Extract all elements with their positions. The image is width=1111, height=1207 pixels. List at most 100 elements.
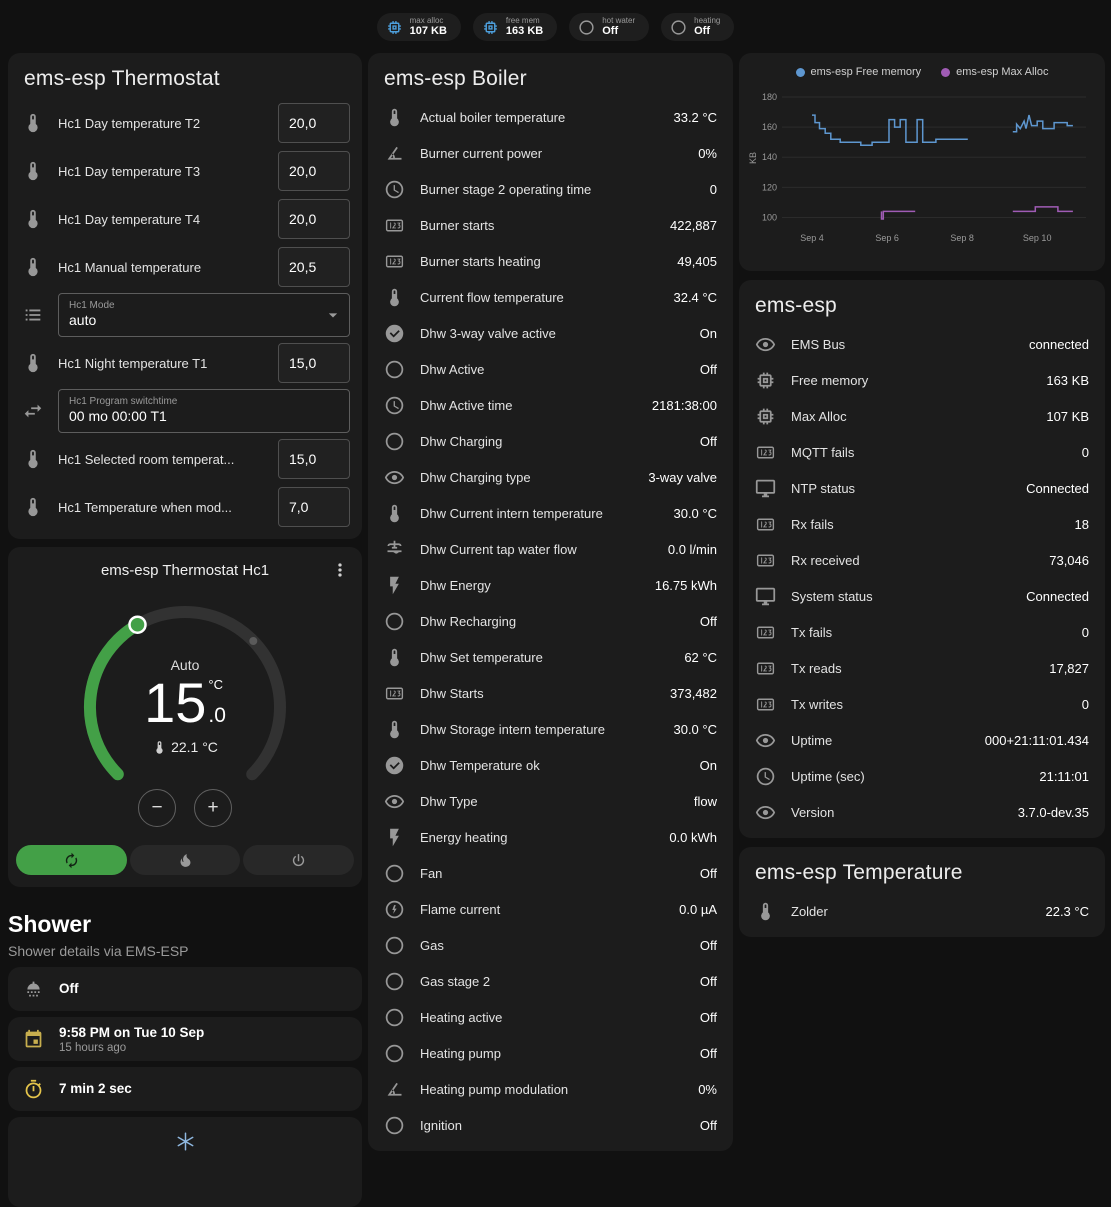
entity-row[interactable]: Tx fails 0 bbox=[739, 614, 1105, 650]
thermometer-icon bbox=[22, 496, 44, 518]
entity-row[interactable]: Burner stage 2 operating time 0 bbox=[368, 171, 733, 207]
entity-row[interactable]: Gas stage 2 Off bbox=[368, 963, 733, 999]
entity-value: Off bbox=[700, 362, 717, 377]
dots-vertical-icon[interactable] bbox=[330, 560, 350, 580]
entity-row[interactable]: EMS Bus connected bbox=[739, 326, 1105, 362]
setting-row: Hc1 Day temperature T3 20,0 Hc1 Day temp… bbox=[8, 147, 362, 195]
entity-label: System status bbox=[791, 589, 1011, 604]
thermostat-settings-card: ems-esp Thermostat Hc1 Day temperature T… bbox=[8, 53, 362, 539]
legend-item[interactable]: ems-esp Max Alloc bbox=[941, 66, 1048, 78]
thermostat-dial[interactable]: Auto 15 °C .0 22.1 °C bbox=[55, 583, 315, 835]
shower-card-text: 9:58 PM on Tue 10 Sep bbox=[59, 1025, 204, 1040]
entity-label: Dhw Storage intern temperature bbox=[420, 722, 658, 737]
entity-row[interactable]: NTP status Connected bbox=[739, 470, 1105, 506]
entity-label: Uptime bbox=[791, 733, 970, 748]
timer-icon bbox=[23, 1079, 44, 1100]
entity-row[interactable]: Burner current power 0% bbox=[368, 135, 733, 171]
number-input[interactable]: 7,0 bbox=[278, 487, 350, 527]
number-input[interactable]: 15,0 bbox=[278, 439, 350, 479]
entity-row[interactable]: Energy heating 0.0 kWh bbox=[368, 819, 733, 855]
entity-row[interactable]: Dhw Energy 16.75 kWh bbox=[368, 567, 733, 603]
entity-row[interactable]: Flame current 0.0 µA bbox=[368, 891, 733, 927]
legend-item[interactable]: ems-esp Free memory bbox=[796, 66, 922, 78]
hvac-mode-button[interactable] bbox=[243, 845, 354, 875]
thermometer-icon bbox=[22, 256, 44, 278]
status-badge[interactable]: heating Off bbox=[661, 13, 734, 41]
eye-icon bbox=[755, 802, 776, 823]
shower-card[interactable]: 9:58 PM on Tue 10 Sep 15 hours ago bbox=[8, 1017, 362, 1061]
shower-card[interactable]: 7 min 2 sec bbox=[8, 1067, 362, 1111]
entity-value: Off bbox=[700, 1118, 717, 1133]
entity-row[interactable]: Tx reads 17,827 bbox=[739, 650, 1105, 686]
decrease-temperature-button[interactable]: − bbox=[138, 789, 176, 827]
entity-row[interactable]: Zolder 22.3 °C bbox=[739, 893, 1105, 929]
check-circle-icon bbox=[384, 755, 405, 776]
entity-value: 0 bbox=[1082, 625, 1089, 640]
hvac-mode-button[interactable] bbox=[16, 845, 127, 875]
entity-row[interactable]: Heating pump modulation 0% bbox=[368, 1071, 733, 1107]
entity-row[interactable]: Dhw Charging type 3-way valve bbox=[368, 459, 733, 495]
number-input[interactable]: 15,0 bbox=[278, 343, 350, 383]
entity-row[interactable]: Burner starts 422,887 bbox=[368, 207, 733, 243]
entity-value: Off bbox=[700, 1010, 717, 1025]
status-badge[interactable]: free mem 163 KB bbox=[473, 13, 557, 41]
entity-row[interactable]: System status Connected bbox=[739, 578, 1105, 614]
dial-handle[interactable] bbox=[130, 617, 146, 633]
entity-row[interactable]: Fan Off bbox=[368, 855, 733, 891]
entity-row[interactable]: MQTT fails 0 bbox=[739, 434, 1105, 470]
entity-row[interactable]: Actual boiler temperature 33.2 °C bbox=[368, 99, 733, 135]
entity-row[interactable]: Gas Off bbox=[368, 927, 733, 963]
entity-row[interactable]: Rx fails 18 bbox=[739, 506, 1105, 542]
badge-label: heating bbox=[694, 16, 720, 25]
status-badge[interactable]: hot water Off bbox=[569, 13, 649, 41]
entity-row[interactable]: Dhw Set temperature 62 °C bbox=[368, 639, 733, 675]
number-input[interactable]: 20,0 bbox=[278, 199, 350, 239]
shower-card[interactable] bbox=[8, 1117, 362, 1207]
entity-row[interactable]: Dhw Active time 2181:38:00 bbox=[368, 387, 733, 423]
entity-label: MQTT fails bbox=[791, 445, 1067, 460]
entity-label: Dhw Temperature ok bbox=[420, 758, 685, 773]
entity-row[interactable]: Dhw Recharging Off bbox=[368, 603, 733, 639]
entity-row[interactable]: Dhw Storage intern temperature 30.0 °C bbox=[368, 711, 733, 747]
entity-row[interactable]: Dhw Starts 373,482 bbox=[368, 675, 733, 711]
status-badge[interactable]: max alloc 107 KB bbox=[377, 13, 461, 41]
entity-row[interactable]: Tx writes 0 bbox=[739, 686, 1105, 722]
entity-row[interactable]: Dhw Charging Off bbox=[368, 423, 733, 459]
entity-row[interactable]: Uptime 000+21:11:01.434 bbox=[739, 722, 1105, 758]
entity-value: 373,482 bbox=[670, 686, 717, 701]
entity-row[interactable]: Heating pump Off bbox=[368, 1035, 733, 1071]
entity-row[interactable]: Max Alloc 107 KB bbox=[739, 398, 1105, 434]
right-column: ems-esp Free memory ems-esp Max Alloc 10… bbox=[739, 53, 1105, 937]
entity-row[interactable]: Dhw Current intern temperature 30.0 °C bbox=[368, 495, 733, 531]
number-input[interactable]: 20,5 bbox=[278, 247, 350, 287]
entity-row[interactable]: Uptime (sec) 21:11:01 bbox=[739, 758, 1105, 794]
faucet-icon bbox=[384, 539, 405, 560]
entity-row[interactable]: Current flow temperature 32.4 °C bbox=[368, 279, 733, 315]
entity-row[interactable]: Dhw Type flow bbox=[368, 783, 733, 819]
entity-label: Dhw Current tap water flow bbox=[420, 542, 653, 557]
entity-row[interactable]: Ignition Off bbox=[368, 1107, 733, 1143]
current-temp-marker bbox=[249, 637, 257, 645]
entity-label: Tx fails bbox=[791, 625, 1067, 640]
entity-value: Off bbox=[700, 974, 717, 989]
entity-row[interactable]: Free memory 163 KB bbox=[739, 362, 1105, 398]
history-chart[interactable]: 100120140160180Sep 4Sep 6Sep 8Sep 10KB bbox=[748, 82, 1096, 246]
entity-row[interactable]: Version 3.7.0-dev.35 bbox=[739, 794, 1105, 830]
entity-row[interactable]: Rx received 73,046 bbox=[739, 542, 1105, 578]
entity-row[interactable]: Burner starts heating 49,405 bbox=[368, 243, 733, 279]
hvac-mode-button[interactable] bbox=[130, 845, 241, 875]
number-input[interactable]: 20,0 bbox=[278, 103, 350, 143]
fire-icon bbox=[177, 852, 194, 869]
increase-temperature-button[interactable]: + bbox=[194, 789, 232, 827]
number-input[interactable]: 20,0 bbox=[278, 151, 350, 191]
entity-row[interactable]: Heating active Off bbox=[368, 999, 733, 1035]
entity-row[interactable]: Dhw 3-way valve active On bbox=[368, 315, 733, 351]
circle-outline-icon bbox=[384, 1043, 405, 1064]
counter-icon bbox=[384, 215, 405, 236]
entity-row[interactable]: Dhw Current tap water flow 0.0 l/min bbox=[368, 531, 733, 567]
shower-card[interactable]: Off bbox=[8, 967, 362, 1011]
select-input[interactable]: Hc1 Program switchtime 00 mo 00:00 T1 bbox=[58, 389, 350, 433]
entity-row[interactable]: Dhw Temperature ok On bbox=[368, 747, 733, 783]
entity-row[interactable]: Dhw Active Off bbox=[368, 351, 733, 387]
select-input[interactable]: Hc1 Mode auto bbox=[58, 293, 350, 337]
